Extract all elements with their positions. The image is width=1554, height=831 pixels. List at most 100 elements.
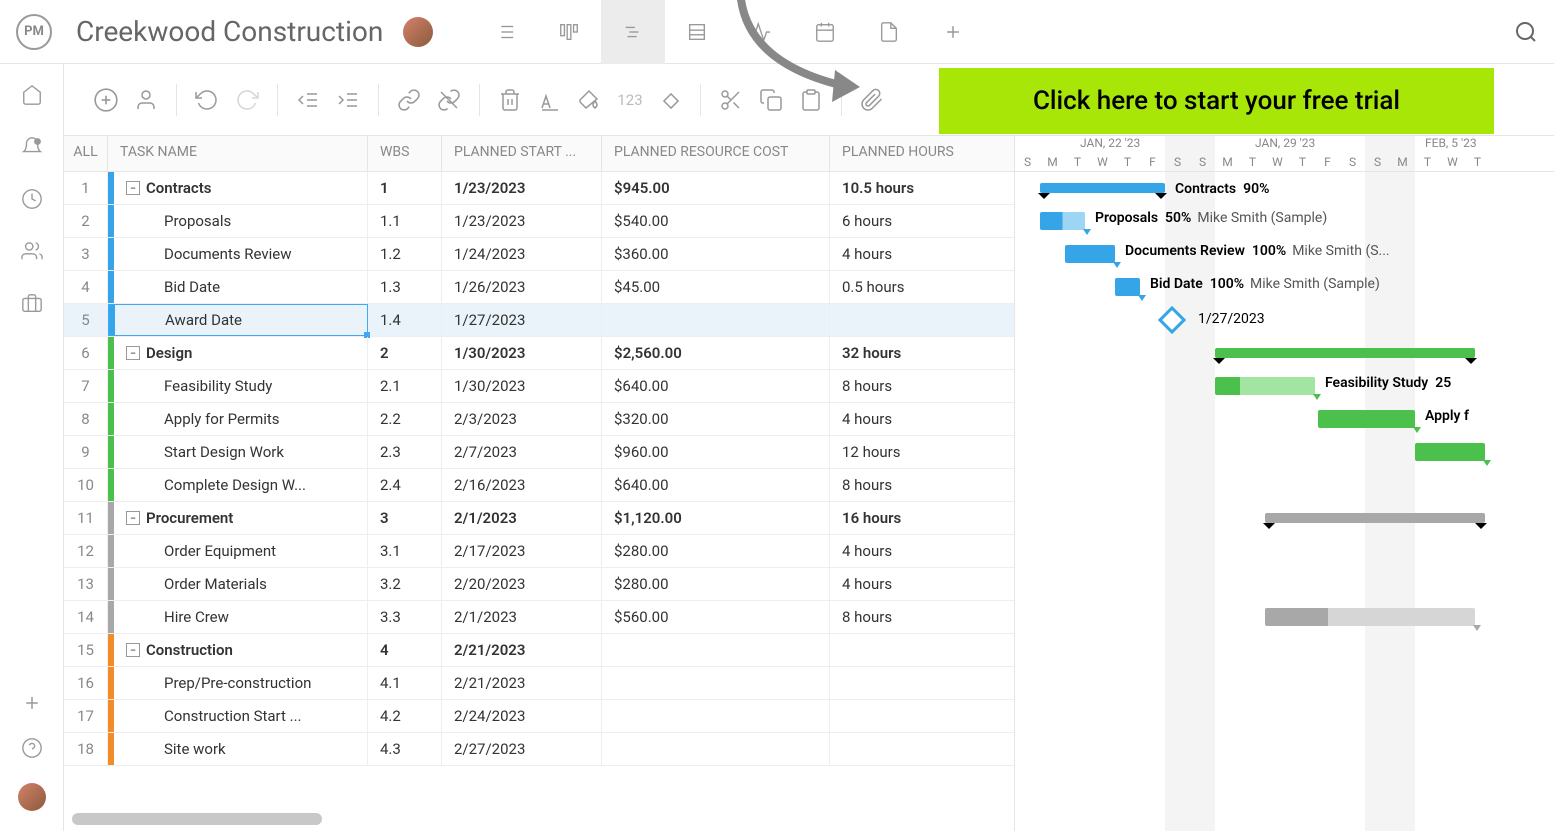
hours-cell[interactable]	[830, 304, 982, 336]
date-cell[interactable]: 2/21/2023	[442, 667, 602, 699]
add-view-tab[interactable]	[921, 0, 985, 64]
wbs-cell[interactable]: 2.1	[368, 370, 442, 402]
hours-cell[interactable]	[830, 700, 982, 732]
list-view-tab[interactable]	[473, 0, 537, 64]
gantt-row[interactable]	[1015, 667, 1554, 700]
collapse-icon[interactable]: −	[126, 511, 140, 525]
wbs-cell[interactable]: 1.2	[368, 238, 442, 270]
wbs-cell[interactable]: 4.3	[368, 733, 442, 765]
task-name-cell[interactable]: Hire Crew	[108, 601, 368, 633]
summary-bar[interactable]: Contracts 90%	[1040, 183, 1165, 193]
table-row[interactable]: 18 Site work 4.3 2/27/2023	[64, 733, 1014, 766]
gantt-row[interactable]	[1015, 337, 1554, 370]
date-cell[interactable]: 2/7/2023	[442, 436, 602, 468]
wbs-cell[interactable]: 3.2	[368, 568, 442, 600]
sheet-view-tab[interactable]	[665, 0, 729, 64]
task-name-cell[interactable]: Construction Start ...	[108, 700, 368, 732]
gantt-row[interactable]	[1015, 535, 1554, 568]
wbs-cell[interactable]: 1.3	[368, 271, 442, 303]
file-view-tab[interactable]	[857, 0, 921, 64]
hours-cell[interactable]	[830, 634, 982, 666]
gantt-row[interactable]	[1015, 700, 1554, 733]
task-bar[interactable]: Apply f	[1318, 410, 1415, 428]
table-row[interactable]: 2 Proposals 1.1 1/23/2023 $540.00 6 hour…	[64, 205, 1014, 238]
col-all[interactable]: ALL	[64, 136, 108, 171]
wbs-cell[interactable]: 4.1	[368, 667, 442, 699]
task-name-cell[interactable]: Feasibility Study	[108, 370, 368, 402]
cost-cell[interactable]	[602, 700, 830, 732]
activity-view-tab[interactable]	[729, 0, 793, 64]
table-row[interactable]: 7 Feasibility Study 2.1 1/30/2023 $640.0…	[64, 370, 1014, 403]
gantt-row[interactable]: Proposals 50%Mike Smith (Sample)	[1015, 205, 1554, 238]
hours-cell[interactable]: 4 hours	[830, 568, 982, 600]
wbs-cell[interactable]: 4.2	[368, 700, 442, 732]
hours-cell[interactable]: 8 hours	[830, 601, 982, 633]
table-row[interactable]: 12 Order Equipment 3.1 2/17/2023 $280.00…	[64, 535, 1014, 568]
task-bar[interactable]: Documents Review 100%Mike Smith (S...	[1065, 245, 1115, 263]
task-bar[interactable]: Proposals 50%Mike Smith (Sample)	[1040, 212, 1085, 230]
date-cell[interactable]: 1/23/2023	[442, 172, 602, 204]
gantt-row[interactable]: Bid Date 100%Mike Smith (Sample)	[1015, 271, 1554, 304]
undo-icon[interactable]	[189, 82, 225, 118]
hours-cell[interactable]: 10.5 hours	[830, 172, 982, 204]
fill-color-icon[interactable]	[572, 82, 608, 118]
hours-cell[interactable]: 4 hours	[830, 535, 982, 567]
cost-cell[interactable]: $540.00	[602, 205, 830, 237]
home-icon[interactable]	[21, 84, 43, 106]
project-avatar[interactable]	[403, 17, 433, 47]
date-cell[interactable]: 1/24/2023	[442, 238, 602, 270]
task-name-cell[interactable]: −Procurement	[108, 502, 368, 534]
task-name-cell[interactable]: −Contracts	[108, 172, 368, 204]
search-button[interactable]	[1514, 20, 1538, 44]
date-cell[interactable]: 2/17/2023	[442, 535, 602, 567]
text-color-icon[interactable]	[532, 82, 568, 118]
paste-icon[interactable]	[793, 82, 829, 118]
hours-cell[interactable]: 32 hours	[830, 337, 982, 369]
task-name-cell[interactable]: −Construction	[108, 634, 368, 666]
gantt-row[interactable]	[1015, 436, 1554, 469]
link-icon[interactable]	[391, 82, 427, 118]
user-avatar[interactable]	[18, 783, 46, 811]
task-name-cell[interactable]: Proposals	[108, 205, 368, 237]
table-row[interactable]: 5 Award Date 1.4 1/27/2023	[64, 304, 1014, 337]
table-row[interactable]: 3 Documents Review 1.2 1/24/2023 $360.00…	[64, 238, 1014, 271]
project-title[interactable]: Creekwood Construction	[76, 15, 383, 48]
col-wbs[interactable]: WBS	[368, 136, 442, 171]
horizontal-scrollbar[interactable]	[72, 813, 322, 825]
milestone-marker[interactable]	[1158, 306, 1186, 334]
hours-cell[interactable]: 4 hours	[830, 238, 982, 270]
team-icon[interactable]	[21, 240, 43, 262]
hours-cell[interactable]: 8 hours	[830, 370, 982, 402]
number-format-icon[interactable]: 123	[612, 82, 648, 118]
assign-icon[interactable]	[128, 82, 164, 118]
notifications-icon[interactable]	[21, 136, 43, 158]
hours-cell[interactable]: 16 hours	[830, 502, 982, 534]
indent-icon[interactable]	[330, 82, 366, 118]
date-cell[interactable]: 2/24/2023	[442, 700, 602, 732]
unlink-icon[interactable]	[431, 82, 467, 118]
gantt-row[interactable]: Feasibility Study 25	[1015, 370, 1554, 403]
copy-icon[interactable]	[753, 82, 789, 118]
col-planned-hours[interactable]: PLANNED HOURS	[830, 136, 982, 171]
gantt-view-tab[interactable]	[601, 0, 665, 64]
task-name-cell[interactable]: Start Design Work	[108, 436, 368, 468]
col-task-name[interactable]: TASK NAME	[108, 136, 368, 171]
gantt-row[interactable]	[1015, 502, 1554, 535]
hours-cell[interactable]: 6 hours	[830, 205, 982, 237]
date-cell[interactable]: 2/27/2023	[442, 733, 602, 765]
task-name-cell[interactable]: Site work	[108, 733, 368, 765]
portfolio-icon[interactable]	[21, 292, 43, 314]
gantt-chart[interactable]: JAN, 22 '23JAN, 29 '23FEB, 5 '23 SMTWTFS…	[1014, 136, 1554, 831]
task-name-cell[interactable]: Prep/Pre-construction	[108, 667, 368, 699]
date-cell[interactable]: 2/1/2023	[442, 601, 602, 633]
wbs-cell[interactable]: 2	[368, 337, 442, 369]
table-row[interactable]: 14 Hire Crew 3.3 2/1/2023 $560.00 8 hour…	[64, 601, 1014, 634]
task-name-cell[interactable]: Order Equipment	[108, 535, 368, 567]
cut-icon[interactable]	[713, 82, 749, 118]
summary-bar[interactable]	[1265, 513, 1485, 523]
wbs-cell[interactable]: 1	[368, 172, 442, 204]
task-bar[interactable]: Feasibility Study 25	[1215, 377, 1315, 395]
cost-cell[interactable]	[602, 733, 830, 765]
task-name-cell[interactable]: Apply for Permits	[108, 403, 368, 435]
attachment-icon[interactable]	[854, 82, 890, 118]
